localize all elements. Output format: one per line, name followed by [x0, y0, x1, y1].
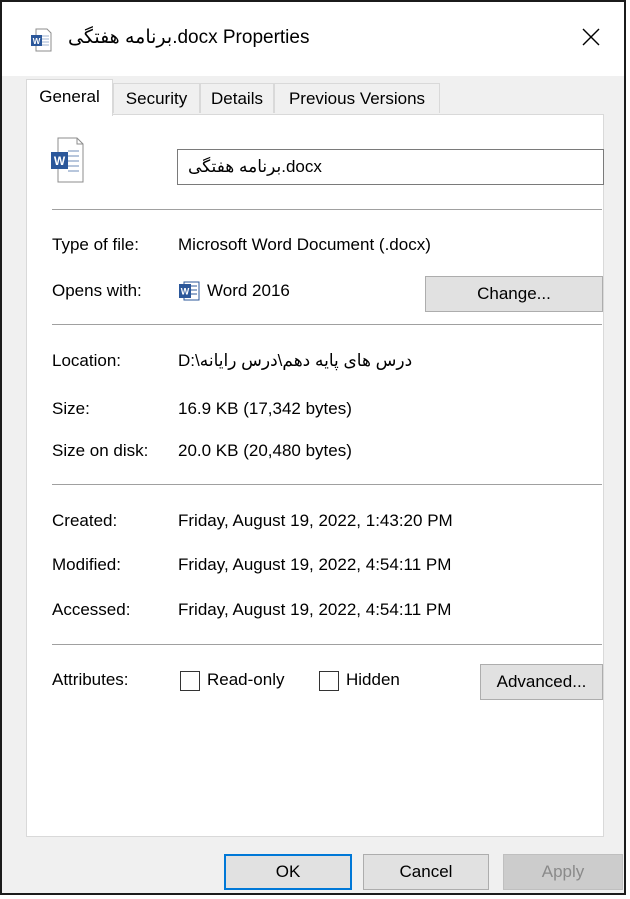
tab-general[interactable]: General	[26, 79, 113, 116]
size-label: Size:	[52, 399, 90, 418]
svg-text:W: W	[181, 287, 190, 297]
title-bar: W برنامه هفتگی.docx Properties	[2, 2, 624, 76]
tab-security[interactable]: Security	[113, 83, 200, 113]
close-icon	[581, 27, 601, 52]
tab-details[interactable]: Details	[200, 83, 274, 113]
location-label: Location:	[52, 351, 121, 370]
opens-with-label: Opens with:	[52, 281, 142, 300]
change-button[interactable]: Change...	[425, 276, 603, 312]
size-on-disk-label: Size on disk:	[52, 441, 149, 460]
close-button[interactable]	[558, 2, 624, 76]
created-label: Created:	[52, 511, 118, 530]
accessed-value: Friday, August 19, 2022, 4:54:11 PM	[178, 600, 452, 619]
ok-button[interactable]: OK	[224, 854, 352, 890]
separator	[52, 644, 602, 645]
apply-button: Apply	[503, 854, 623, 890]
opens-with-value: Word 2016	[207, 281, 290, 300]
location-value: D:\درس های پایه دهم\درس رایانه	[178, 351, 413, 370]
word-document-icon: W	[30, 28, 52, 52]
type-label: Type of file:	[52, 235, 139, 254]
svg-text:W: W	[54, 154, 66, 168]
type-value: Microsoft Word Document (.docx)	[178, 235, 431, 254]
read-only-label[interactable]: Read-only	[207, 670, 285, 690]
general-panel: W برنامه هفتگی.docx Type of file: Micros…	[26, 114, 604, 837]
properties-dialog: W برنامه هفتگی.docx Properties General S…	[0, 0, 626, 895]
created-value: Friday, August 19, 2022, 1:43:20 PM	[178, 511, 453, 530]
advanced-button[interactable]: Advanced...	[480, 664, 603, 700]
separator	[52, 324, 602, 325]
file-name-text: برنامه هفتگی.docx	[188, 157, 322, 176]
svg-text:W: W	[33, 37, 41, 46]
hidden-checkbox[interactable]	[319, 671, 339, 691]
word-app-icon: W	[178, 280, 200, 302]
separator	[52, 209, 602, 210]
modified-value: Friday, August 19, 2022, 4:54:11 PM	[178, 555, 452, 574]
word-document-icon: W	[50, 137, 84, 183]
size-value: 16.9 KB (17,342 bytes)	[178, 399, 352, 418]
file-name-field[interactable]: برنامه هفتگی.docx	[177, 149, 604, 185]
hidden-label[interactable]: Hidden	[346, 670, 400, 690]
tab-previous-versions[interactable]: Previous Versions	[274, 83, 440, 113]
read-only-checkbox[interactable]	[180, 671, 200, 691]
attributes-label: Attributes:	[52, 670, 129, 689]
cancel-button[interactable]: Cancel	[363, 854, 489, 890]
accessed-label: Accessed:	[52, 600, 131, 619]
modified-label: Modified:	[52, 555, 121, 574]
size-on-disk-value: 20.0 KB (20,480 bytes)	[178, 441, 352, 460]
separator	[52, 484, 602, 485]
window-title: برنامه هفتگی.docx Properties	[68, 27, 310, 48]
